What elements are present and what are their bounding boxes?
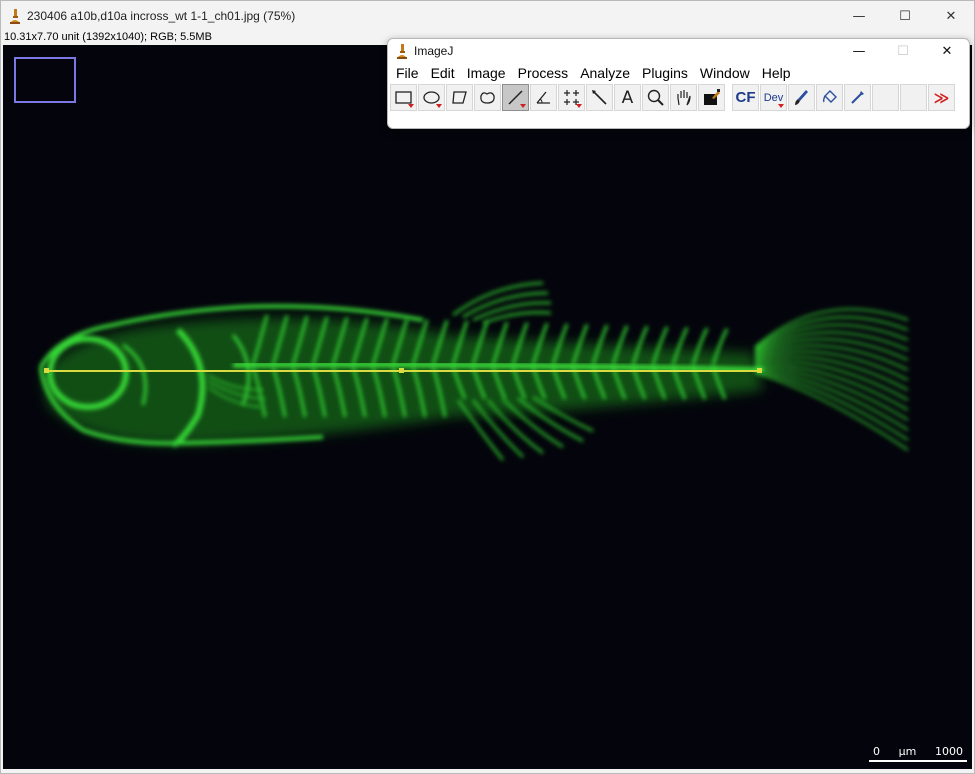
imagej-title: ImageJ bbox=[414, 44, 454, 58]
multipoint-tool[interactable] bbox=[558, 84, 585, 111]
imagej-titlebar[interactable]: ImageJ — ☐ ✕ bbox=[388, 39, 969, 63]
brush-icon bbox=[795, 90, 808, 105]
flood-fill-icon bbox=[822, 90, 837, 103]
color-picker-tool[interactable] bbox=[698, 84, 725, 111]
imagej-microscope-icon bbox=[10, 9, 20, 24]
line-tool[interactable] bbox=[502, 84, 529, 111]
rectangle-tool[interactable] bbox=[390, 84, 417, 111]
fish-image bbox=[39, 281, 909, 461]
menu-plugins[interactable]: Plugins bbox=[636, 63, 694, 83]
angle-tool[interactable] bbox=[530, 84, 557, 111]
oval-tool[interactable] bbox=[418, 84, 445, 111]
close-button[interactable]: ✕ bbox=[928, 1, 974, 31]
scale-bar: 0 µm 1000 bbox=[869, 745, 967, 762]
scale-bar-line bbox=[869, 760, 967, 762]
image-window-title: 230406 a10b,d10a incross_wt 1-1_ch01.jpg… bbox=[27, 9, 296, 23]
menu-file[interactable]: File bbox=[390, 63, 425, 83]
color-picker-icon bbox=[704, 89, 720, 105]
menu-process[interactable]: Process bbox=[512, 63, 575, 83]
imagej-menubar: File Edit Image Process Analyze Plugins … bbox=[390, 63, 797, 83]
imagej-tool-bar: A CF Dev ≫ bbox=[390, 84, 955, 114]
scale-bar-unit-label: µm bbox=[898, 745, 917, 758]
text-tool-label: A bbox=[621, 87, 634, 108]
freehand-icon bbox=[480, 92, 495, 104]
menu-help[interactable]: Help bbox=[756, 63, 797, 83]
image-canvas[interactable]: 0 µm 1000 bbox=[3, 45, 972, 769]
menu-window[interactable]: Window bbox=[694, 63, 756, 83]
image-info-line: 10.31x7.70 unit (1392x1040); RGB; 5.5MB bbox=[4, 31, 212, 43]
brush-tool[interactable] bbox=[788, 84, 815, 111]
wand-tool[interactable] bbox=[586, 84, 613, 111]
polygon-icon bbox=[452, 91, 467, 104]
more-tools-label: ≫ bbox=[933, 88, 950, 107]
flood-fill-tool[interactable] bbox=[816, 84, 843, 111]
menu-edit[interactable]: Edit bbox=[425, 63, 461, 83]
maximize-button[interactable]: ☐ bbox=[882, 1, 928, 31]
zoom-navigator-box[interactable] bbox=[14, 57, 76, 103]
text-tool[interactable]: A bbox=[614, 84, 641, 111]
hand-tool[interactable] bbox=[670, 84, 697, 111]
imagej-minimize-button[interactable]: — bbox=[837, 39, 881, 63]
pencil-tool[interactable] bbox=[844, 84, 871, 111]
dev-tool-label: Dev bbox=[763, 91, 784, 104]
scale-bar-end-label: 1000 bbox=[935, 745, 963, 758]
dev-tool[interactable]: Dev bbox=[760, 84, 787, 111]
wand-icon bbox=[592, 90, 607, 105]
hand-icon bbox=[677, 90, 691, 106]
cf-tool[interactable]: CF bbox=[732, 84, 759, 111]
imagej-close-button[interactable]: ✕ bbox=[925, 39, 969, 63]
image-window-titlebar[interactable]: 230406 a10b,d10a incross_wt 1-1_ch01.jpg… bbox=[1, 1, 974, 31]
cf-tool-label: CF bbox=[735, 89, 756, 106]
more-tools-button[interactable]: ≫ bbox=[928, 84, 955, 111]
minimize-button[interactable]: — bbox=[836, 1, 882, 31]
menu-image[interactable]: Image bbox=[461, 63, 512, 83]
pipette-icon bbox=[851, 91, 864, 104]
scale-bar-start-label: 0 bbox=[873, 745, 880, 758]
freehand-tool[interactable] bbox=[474, 84, 501, 111]
angle-icon bbox=[536, 91, 550, 104]
menu-analyze[interactable]: Analyze bbox=[574, 63, 636, 83]
imagej-maximize-button: ☐ bbox=[897, 43, 909, 59]
imagej-toolbar-window: ImageJ — ☐ ✕ File Edit Image Process Ana… bbox=[387, 38, 970, 129]
imagej-microscope-icon bbox=[397, 44, 407, 59]
polygon-tool[interactable] bbox=[446, 84, 473, 111]
empty-tool-slot-2 bbox=[900, 84, 927, 111]
empty-tool-slot-1 bbox=[872, 84, 899, 111]
magnifier-tool[interactable] bbox=[642, 84, 669, 111]
tail-ray bbox=[754, 372, 909, 451]
magnifier-icon bbox=[647, 89, 664, 106]
